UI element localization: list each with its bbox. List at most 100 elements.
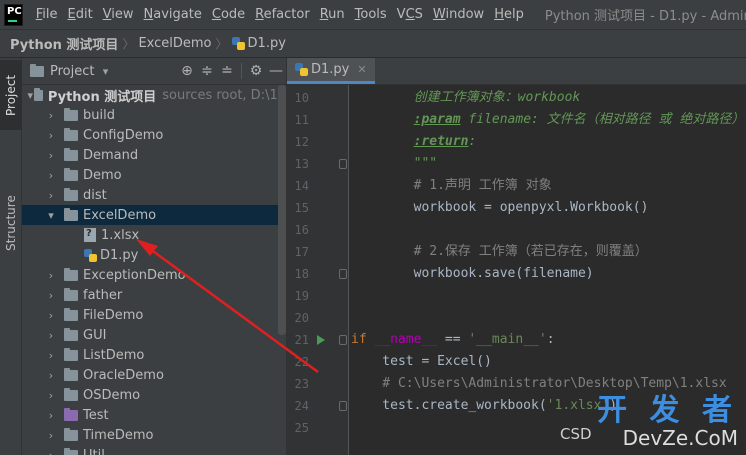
code-line[interactable]: workbook.save(filename) bbox=[351, 263, 594, 285]
chevron-right-icon[interactable]: › bbox=[44, 309, 58, 322]
tree-item-label: FileDemo bbox=[83, 307, 144, 323]
menu-file[interactable]: File bbox=[31, 7, 63, 22]
menu-vcs[interactable]: VCS bbox=[392, 7, 428, 22]
code-line[interactable]: 创建工作簿对象：workbook bbox=[351, 87, 581, 109]
line-number: 21 bbox=[294, 333, 309, 347]
menu-navigate[interactable]: Navigate bbox=[139, 7, 207, 22]
python-file-icon bbox=[84, 248, 97, 262]
tree-item-demand[interactable]: › Demand bbox=[22, 145, 286, 165]
tree-item-dist[interactable]: › dist bbox=[22, 185, 286, 205]
menu-run[interactable]: Run bbox=[315, 7, 350, 22]
tree-item-util[interactable]: › Util bbox=[22, 445, 286, 455]
fold-icon[interactable] bbox=[339, 269, 347, 279]
fold-icon[interactable] bbox=[339, 335, 347, 345]
tree-root-label: Python 测试项目 bbox=[47, 89, 157, 105]
locate-icon[interactable]: ⊕ bbox=[177, 63, 197, 79]
tree-item-build[interactable]: › build bbox=[22, 105, 286, 125]
fold-icon[interactable] bbox=[339, 159, 347, 169]
chevron-right-icon[interactable]: › bbox=[44, 149, 58, 162]
menu-edit[interactable]: Edit bbox=[62, 7, 97, 22]
line-number: 20 bbox=[294, 311, 309, 325]
chevron-down-icon[interactable]: ▾ bbox=[26, 89, 34, 102]
chevron-right-icon[interactable]: › bbox=[44, 129, 58, 142]
tree-item-1-xlsx[interactable]: ? 1.xlsx bbox=[22, 225, 286, 245]
code-line[interactable]: :param filename: 文件名（相对路径 或 绝对路径） bbox=[351, 109, 745, 131]
chevron-down-icon[interactable]: ▾ bbox=[44, 209, 58, 222]
tree-item-demo[interactable]: › Demo bbox=[22, 165, 286, 185]
tree-item-exceldemo[interactable]: ▾ ExcelDemo bbox=[22, 205, 286, 225]
breadcrumb-file[interactable]: D1.py bbox=[248, 36, 286, 51]
tree-item-label: Demo bbox=[83, 167, 122, 183]
tree-item-gui[interactable]: › GUI bbox=[22, 325, 286, 345]
menu-bar: PC File Edit View Navigate Code Refactor Run To… bbox=[0, 0, 746, 29]
project-tree: ▾ Python 测试项目 sources root, D:\10 › build… bbox=[22, 85, 286, 455]
tree-item-d1-py[interactable]: D1.py bbox=[22, 245, 286, 265]
chevron-right-icon[interactable]: › bbox=[44, 169, 58, 182]
tree-item-osdemo[interactable]: › OSDemo bbox=[22, 385, 286, 405]
run-icon[interactable] bbox=[317, 335, 325, 345]
code-line[interactable]: """ bbox=[351, 153, 437, 175]
code-line[interactable]: # 2.保存 工作簿（若已存在，则覆盖） bbox=[351, 241, 648, 263]
menu-tools[interactable]: Tools bbox=[350, 7, 392, 22]
folder-icon bbox=[64, 107, 78, 121]
chevron-down-icon[interactable]: ▾ bbox=[98, 65, 112, 78]
tool-tab-project[interactable]: Project bbox=[0, 60, 22, 130]
code-line[interactable]: # 1.声明 工作簿 对象 bbox=[351, 175, 552, 197]
chevron-right-icon[interactable]: › bbox=[44, 349, 58, 362]
gear-icon[interactable]: ⚙ bbox=[246, 63, 266, 79]
tree-item-filedemo[interactable]: › FileDemo bbox=[22, 305, 286, 325]
chevron-right-icon[interactable]: › bbox=[44, 289, 58, 302]
tab-d1-py[interactable]: D1.py ✕ bbox=[287, 58, 375, 84]
menu-help[interactable]: Help bbox=[489, 7, 529, 22]
panel-scrollbar[interactable] bbox=[278, 85, 286, 335]
menu-code[interactable]: Code bbox=[207, 7, 250, 22]
code-line[interactable]: test = Excel() bbox=[351, 351, 492, 373]
tree-item-exceptiondemo[interactable]: › ExceptionDemo bbox=[22, 265, 286, 285]
tree-item-timedemo[interactable]: › TimeDemo bbox=[22, 425, 286, 445]
chevron-right-icon[interactable]: › bbox=[44, 109, 58, 122]
menu-refactor[interactable]: Refactor bbox=[250, 7, 315, 22]
folder-icon bbox=[64, 387, 78, 401]
tree-item-label: OracleDemo bbox=[83, 367, 164, 383]
tree-item-oracledemo[interactable]: › OracleDemo bbox=[22, 365, 286, 385]
close-icon[interactable]: ✕ bbox=[357, 63, 366, 76]
code-line[interactable]: test.create_workbook('1.xlsx') bbox=[351, 395, 617, 417]
code-line[interactable]: :return: bbox=[351, 131, 477, 153]
tree-item-label: Util bbox=[83, 447, 105, 455]
line-number: 24 bbox=[294, 399, 309, 413]
tree-item-father[interactable]: › father bbox=[22, 285, 286, 305]
breadcrumb-folder[interactable]: ExcelDemo bbox=[138, 36, 211, 51]
chevron-right-icon[interactable]: › bbox=[44, 409, 58, 422]
code-line[interactable]: workbook = openpyxl.Workbook() bbox=[351, 197, 649, 219]
chevron-right-icon[interactable]: › bbox=[44, 389, 58, 402]
tree-item-listdemo[interactable]: › ListDemo bbox=[22, 345, 286, 365]
chevron-right-icon[interactable]: › bbox=[44, 189, 58, 202]
chevron-right-icon: 〉 bbox=[215, 37, 228, 51]
chevron-right-icon[interactable]: › bbox=[44, 329, 58, 342]
chevron-right-icon[interactable]: › bbox=[44, 449, 58, 455]
chevron-right-icon[interactable]: › bbox=[44, 369, 58, 382]
project-view-dropdown[interactable]: Project bbox=[50, 64, 94, 79]
code-line[interactable]: if __name__ == '__main__': bbox=[351, 329, 555, 351]
chevron-right-icon[interactable]: › bbox=[44, 269, 58, 282]
line-number: 14 bbox=[294, 179, 309, 193]
collapse-all-icon[interactable]: ≐ bbox=[217, 63, 237, 79]
tree-item-configdemo[interactable]: › ConfigDemo bbox=[22, 125, 286, 145]
folder-icon bbox=[64, 127, 78, 141]
breadcrumb-project[interactable]: Python 测试项目 bbox=[10, 34, 118, 53]
tool-tab-structure[interactable]: Structure bbox=[0, 188, 22, 258]
minimize-icon[interactable]: — bbox=[266, 63, 286, 79]
project-panel-header: Project ▾ ⊕ ≑ ≐ ⚙ — bbox=[22, 58, 286, 85]
fold-icon[interactable] bbox=[339, 401, 347, 411]
menu-window[interactable]: Window bbox=[428, 7, 489, 22]
tree-root[interactable]: ▾ Python 测试项目 sources root, D:\10 bbox=[22, 85, 286, 105]
tree-item-test[interactable]: › Test bbox=[22, 405, 286, 425]
tree-root-path: sources root, D:\10 bbox=[162, 87, 286, 103]
tree-item-label: OSDemo bbox=[83, 387, 141, 403]
chevron-right-icon[interactable]: › bbox=[44, 429, 58, 442]
menu-view[interactable]: View bbox=[98, 7, 139, 22]
code-line[interactable]: # C:\Users\Administrator\Desktop\Temp\1.… bbox=[351, 373, 726, 395]
line-number: 19 bbox=[294, 289, 309, 303]
expand-all-icon[interactable]: ≑ bbox=[197, 63, 217, 79]
python-file-icon bbox=[295, 63, 308, 76]
